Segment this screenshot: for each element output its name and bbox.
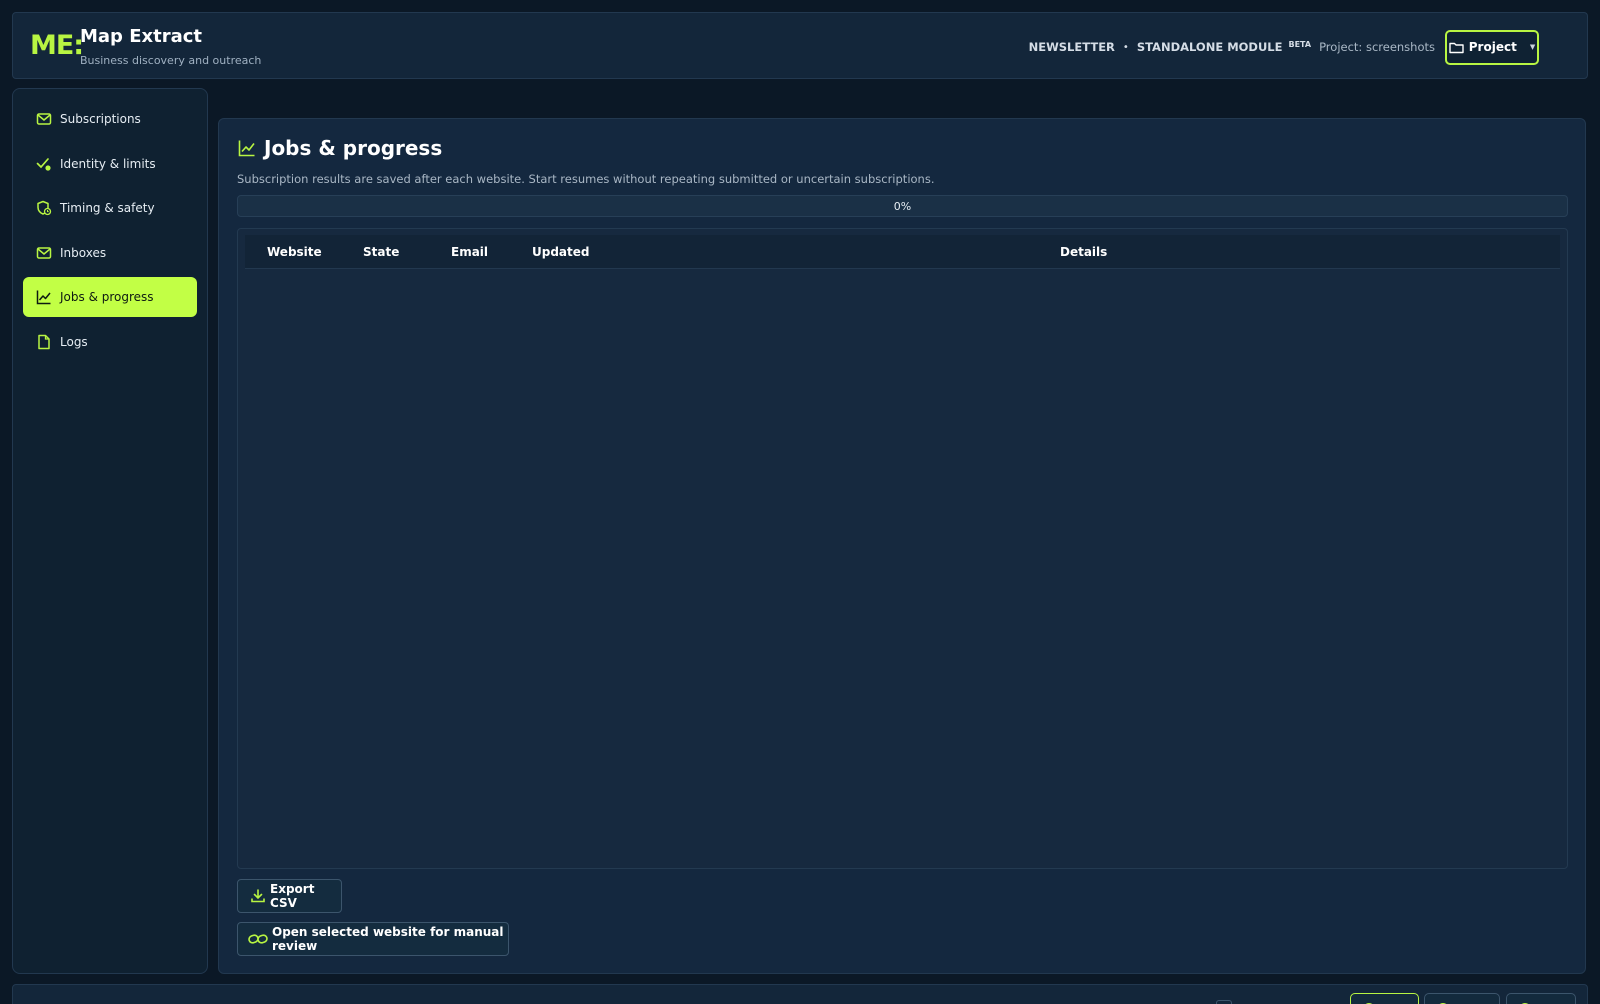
current-project-label: Project: screenshots bbox=[1319, 40, 1435, 54]
footer-action-bar bbox=[12, 984, 1588, 1004]
sidebar-item-label: Timing & safety bbox=[60, 201, 155, 215]
app-logo: ME: bbox=[30, 30, 84, 61]
sidebar-item-subscriptions[interactable]: Subscriptions bbox=[23, 99, 197, 139]
check-badge-icon bbox=[36, 156, 52, 172]
sidebar-item-label: Inboxes bbox=[60, 245, 107, 260]
export-csv-button[interactable]: Export CSV bbox=[237, 879, 342, 913]
beta-badge: BETA bbox=[1288, 39, 1312, 49]
link-icon bbox=[248, 932, 268, 946]
column-header-details[interactable]: Details bbox=[1060, 235, 1107, 269]
sidebar-item-inboxes[interactable]: Inboxes bbox=[23, 233, 197, 273]
mail-icon bbox=[36, 111, 52, 127]
table-header: Website State Email Updated Details bbox=[245, 235, 1560, 269]
header-module-info: NEWSLETTER • STANDALONE MODULE BETA Proj… bbox=[1028, 29, 1539, 65]
shield-clock-icon bbox=[36, 200, 52, 216]
open-manual-review-button[interactable]: Open selected website for manual review bbox=[237, 922, 509, 956]
sidebar-item-timing-safety[interactable]: Timing & safety bbox=[23, 188, 197, 228]
app-title: Map Extract bbox=[80, 26, 203, 47]
module-type: STANDALONE MODULE bbox=[1136, 40, 1283, 54]
footer-checkbox[interactable] bbox=[1216, 1000, 1232, 1004]
column-header-email[interactable]: Email bbox=[451, 235, 488, 269]
module-separator: • bbox=[1122, 41, 1129, 53]
app-subtitle: Business discovery and outreach bbox=[80, 54, 262, 67]
sidebar-item-label: Jobs & progress bbox=[60, 290, 154, 304]
mail-icon bbox=[36, 245, 52, 261]
page-title: Jobs & progress bbox=[238, 136, 442, 160]
jobs-table[interactable]: Website State Email Updated Details bbox=[237, 228, 1568, 869]
project-dropdown-button[interactable]: Project ▼ bbox=[1445, 29, 1539, 65]
page-title-text: Jobs & progress bbox=[264, 136, 443, 160]
folder-icon bbox=[1449, 41, 1464, 54]
module-name: NEWSLETTER bbox=[1028, 40, 1115, 54]
column-header-updated[interactable]: Updated bbox=[532, 235, 590, 269]
sidebar-item-label: Identity & limits bbox=[60, 156, 156, 171]
sidebar-item-identity-limits[interactable]: Identity & limits bbox=[23, 144, 197, 184]
footer-tertiary-button[interactable] bbox=[1506, 993, 1576, 1004]
sidebar-item-label: Subscriptions bbox=[60, 112, 141, 126]
sidebar-item-label: Logs bbox=[60, 334, 88, 349]
progress-label: 0% bbox=[893, 199, 912, 213]
line-chart-icon bbox=[238, 139, 256, 157]
footer-secondary-button[interactable] bbox=[1424, 993, 1500, 1004]
column-header-website[interactable]: Website bbox=[267, 235, 322, 269]
export-csv-label: Export CSV bbox=[270, 882, 315, 910]
progress-bar: 0% bbox=[237, 195, 1568, 217]
document-icon bbox=[36, 334, 52, 350]
chevron-down-icon: ▼ bbox=[1529, 43, 1536, 51]
project-button-label: Project bbox=[1468, 40, 1517, 54]
manual-review-label: Open selected website for manual review bbox=[272, 925, 504, 953]
sidebar-item-logs[interactable]: Logs bbox=[23, 322, 197, 362]
app-header: ME: Map Extract Business discovery and o… bbox=[12, 12, 1588, 79]
column-header-state[interactable]: State bbox=[363, 235, 399, 269]
sidebar-item-jobs-progress[interactable]: Jobs & progress bbox=[23, 277, 197, 317]
download-icon bbox=[250, 888, 266, 904]
line-chart-icon bbox=[36, 289, 52, 305]
sidebar-nav: Subscriptions Identity & limits Timing &… bbox=[12, 88, 208, 974]
footer-primary-button[interactable] bbox=[1350, 993, 1419, 1004]
page-description: Subscription results are saved after eac… bbox=[237, 172, 935, 186]
jobs-progress-panel: Jobs & progress Subscription results are… bbox=[218, 118, 1586, 974]
